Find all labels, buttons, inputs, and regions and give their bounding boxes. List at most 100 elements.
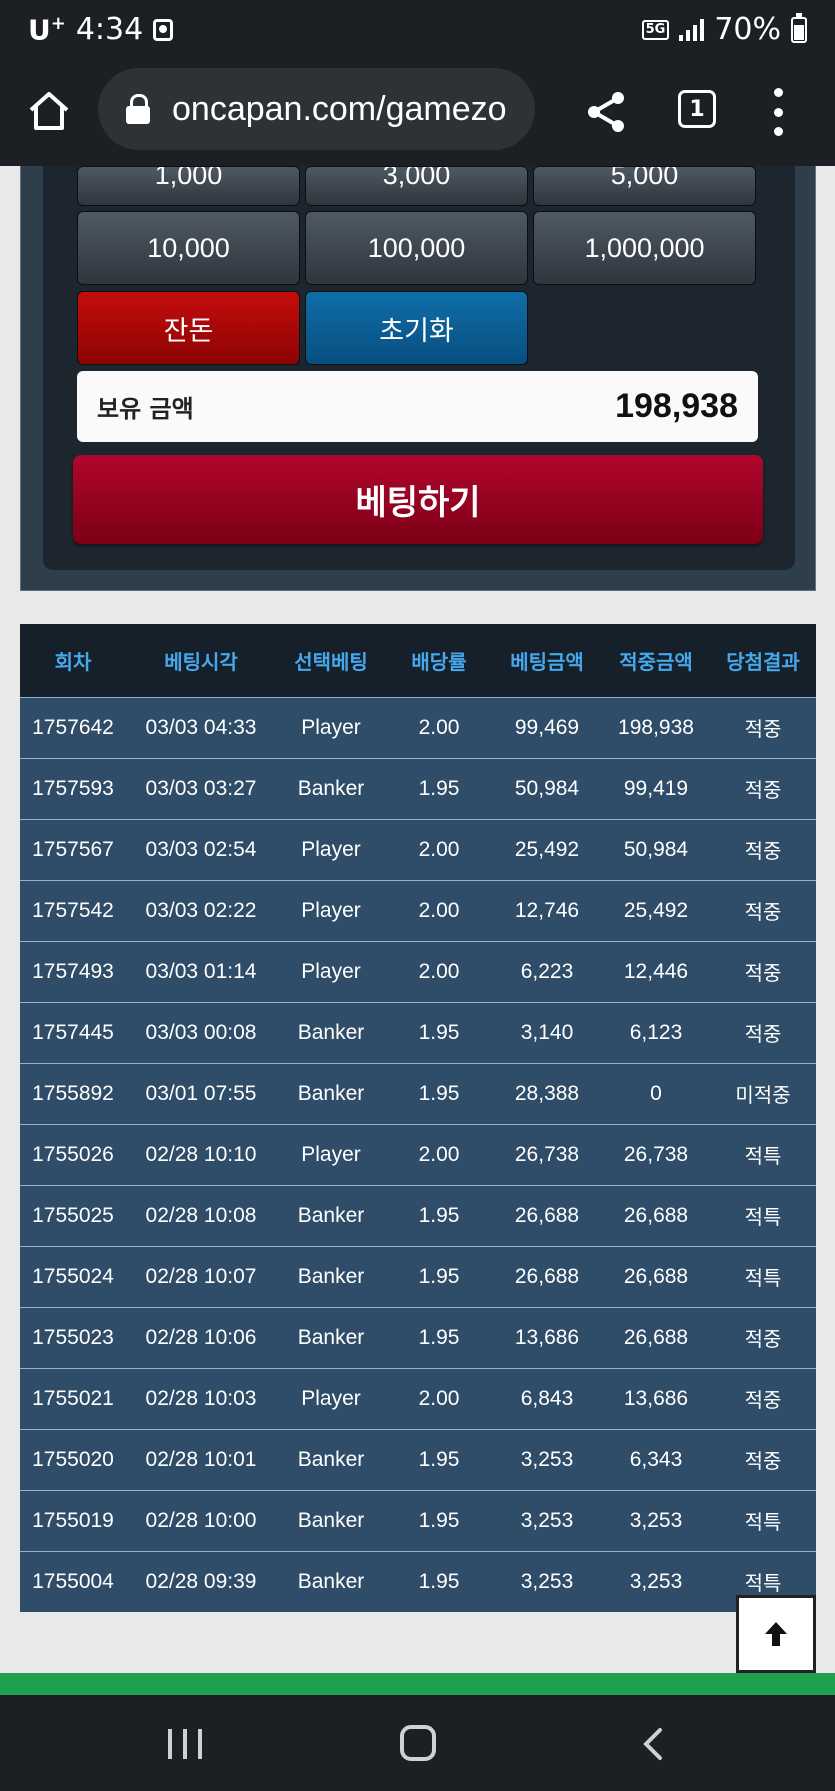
cell-win-amount: 3,253 — [602, 1489, 710, 1551]
cell-win-amount: 0 — [602, 1062, 710, 1124]
bet-history-table: 회차 베팅시각 선택베팅 배당률 베팅금액 적중금액 당첨결과 1757642 0… — [20, 624, 816, 1612]
cell-result: 적중 — [710, 1367, 816, 1429]
cell-win-amount: 6,123 — [602, 1001, 710, 1063]
header-round: 회차 — [54, 649, 92, 674]
cell-round: 1755025 — [20, 1184, 126, 1246]
cell-bet-time: 02/28 09:39 — [126, 1550, 276, 1612]
cell-odds: 1.95 — [386, 1306, 492, 1368]
cell-result: 적중 — [710, 879, 816, 941]
cell-bet-amount: 28,388 — [492, 1062, 602, 1124]
table-row: 1757445 03/03 00:08 Banker 1.95 3,140 6,123 적중 — [20, 1001, 816, 1063]
header-bet-time: 베팅시각 — [164, 649, 238, 674]
cell-odds: 1.95 — [386, 1062, 492, 1124]
cell-bet-time: 02/28 10:07 — [126, 1245, 276, 1307]
cell-round: 1755026 — [20, 1123, 126, 1185]
amount-button-100000[interactable]: 100,000 — [305, 211, 528, 285]
table-row: 1755020 02/28 10:01 Banker 1.95 3,253 6,343 적중 — [20, 1428, 816, 1490]
cell-odds: 1.95 — [386, 757, 492, 819]
cell-pick: Player — [276, 696, 386, 758]
table-row: 1757642 03/03 04:33 Player 2.00 99,469 198,93… — [20, 696, 816, 758]
cell-result: 적중 — [710, 1001, 816, 1063]
table-row: 1755892 03/01 07:55 Banker 1.95 28,388 0 미적중 — [20, 1062, 816, 1124]
cell-round: 1755024 — [20, 1245, 126, 1307]
jandon-button[interactable]: 잔돈 — [77, 291, 300, 365]
home-nav-icon[interactable] — [400, 1725, 436, 1761]
cell-round: 1757593 — [20, 757, 126, 819]
cell-bet-amount: 13,686 — [492, 1306, 602, 1368]
cell-win-amount: 26,738 — [602, 1123, 710, 1185]
clock: 4:34 — [75, 12, 144, 47]
amount-button-3000[interactable]: 3,000 — [305, 166, 528, 206]
cell-pick: Banker — [276, 1428, 386, 1490]
amount-button-5000[interactable]: 5,000 — [533, 166, 756, 206]
header-bet-amount: 베팅금액 — [510, 649, 584, 674]
cell-odds: 1.95 — [386, 1001, 492, 1063]
cell-odds: 2.00 — [386, 940, 492, 1002]
cell-bet-amount: 99,469 — [492, 696, 602, 758]
cell-win-amount: 50,984 — [602, 818, 710, 880]
cell-bet-amount: 3,140 — [492, 1001, 602, 1063]
cell-win-amount: 26,688 — [602, 1306, 710, 1368]
cell-round: 1757445 — [20, 1001, 126, 1063]
cell-bet-amount: 12,746 — [492, 879, 602, 941]
balance-box: 보유 금액 198,938 — [77, 371, 758, 442]
cell-result: 적중 — [710, 1428, 816, 1490]
url-text: oncapan.com/gamezo — [172, 89, 507, 128]
cell-bet-time: 02/28 10:10 — [126, 1123, 276, 1185]
cell-round: 1755019 — [20, 1489, 126, 1551]
table-row: 1757593 03/03 03:27 Banker 1.95 50,984 99,419… — [20, 757, 816, 819]
balance-value: 198,938 — [615, 387, 738, 425]
reset-button[interactable]: 초기화 — [305, 291, 528, 365]
scroll-to-top-button[interactable] — [736, 1595, 816, 1673]
cell-odds: 2.00 — [386, 1123, 492, 1185]
table-row: 1755026 02/28 10:10 Player 2.00 26,738 26,738… — [20, 1123, 816, 1185]
table-row: 1755004 02/28 09:39 Banker 1.95 3,253 3,253 적특 — [20, 1550, 816, 1612]
table-row: 1755019 02/28 10:00 Banker 1.95 3,253 3,253 적특 — [20, 1489, 816, 1551]
header-odds: 배당률 — [411, 649, 467, 674]
cell-win-amount: 99,419 — [602, 757, 710, 819]
cell-win-amount: 198,938 — [602, 696, 710, 758]
cell-odds: 1.95 — [386, 1489, 492, 1551]
table-row: 1755021 02/28 10:03 Player 2.00 6,843 13,686 적… — [20, 1367, 816, 1429]
cell-bet-time: 03/03 01:14 — [126, 940, 276, 1002]
balance-label: 보유 금액 — [97, 395, 194, 423]
cell-bet-amount: 3,253 — [492, 1550, 602, 1612]
more-vertical-icon[interactable] — [770, 88, 786, 136]
cell-odds: 2.00 — [386, 818, 492, 880]
place-bet-button[interactable]: 베팅하기 — [73, 455, 763, 544]
cell-round: 1757493 — [20, 940, 126, 1002]
network-5g-icon: 5G — [641, 19, 670, 40]
address-bar[interactable]: oncapan.com/gamezo — [98, 68, 535, 150]
cell-result: 적특 — [710, 1123, 816, 1185]
cell-win-amount: 13,686 — [602, 1367, 710, 1429]
status-bar: U+ 4:34 5G 70% — [0, 0, 835, 60]
header-result: 당첨결과 — [726, 649, 800, 674]
cell-round: 1755021 — [20, 1367, 126, 1429]
cell-bet-time: 02/28 10:06 — [126, 1306, 276, 1368]
share-icon[interactable] — [584, 90, 628, 134]
cell-odds: 2.00 — [386, 879, 492, 941]
back-icon[interactable] — [638, 1727, 668, 1761]
cell-odds: 1.95 — [386, 1245, 492, 1307]
cell-pick: Player — [276, 1123, 386, 1185]
cell-result: 미적중 — [710, 1062, 816, 1124]
amount-button-10000[interactable]: 10,000 — [77, 211, 300, 285]
table-row: 1755024 02/28 10:07 Banker 1.95 26,688 26,688… — [20, 1245, 816, 1307]
home-icon[interactable] — [26, 88, 72, 134]
tabs-button[interactable]: 1 — [678, 90, 716, 128]
cell-win-amount: 26,688 — [602, 1245, 710, 1307]
table-row: 1755023 02/28 10:06 Banker 1.95 13,686 26,688… — [20, 1306, 816, 1368]
amount-button-1000000[interactable]: 1,000,000 — [533, 211, 756, 285]
header-pick: 선택베팅 — [294, 649, 368, 674]
cell-round: 1755004 — [20, 1550, 126, 1612]
cell-win-amount: 6,343 — [602, 1428, 710, 1490]
recent-apps-icon[interactable] — [168, 1729, 202, 1759]
cell-round: 1755892 — [20, 1062, 126, 1124]
cell-bet-time: 03/03 02:54 — [126, 818, 276, 880]
cell-round: 1757642 — [20, 696, 126, 758]
amount-button-1000[interactable]: 1,000 — [77, 166, 300, 206]
table-body: 1757642 03/03 04:33 Player 2.00 99,469 198,93… — [20, 696, 816, 1612]
cell-pick: Banker — [276, 1001, 386, 1063]
system-nav-bar — [0, 1695, 835, 1791]
cell-result: 적특 — [710, 1184, 816, 1246]
